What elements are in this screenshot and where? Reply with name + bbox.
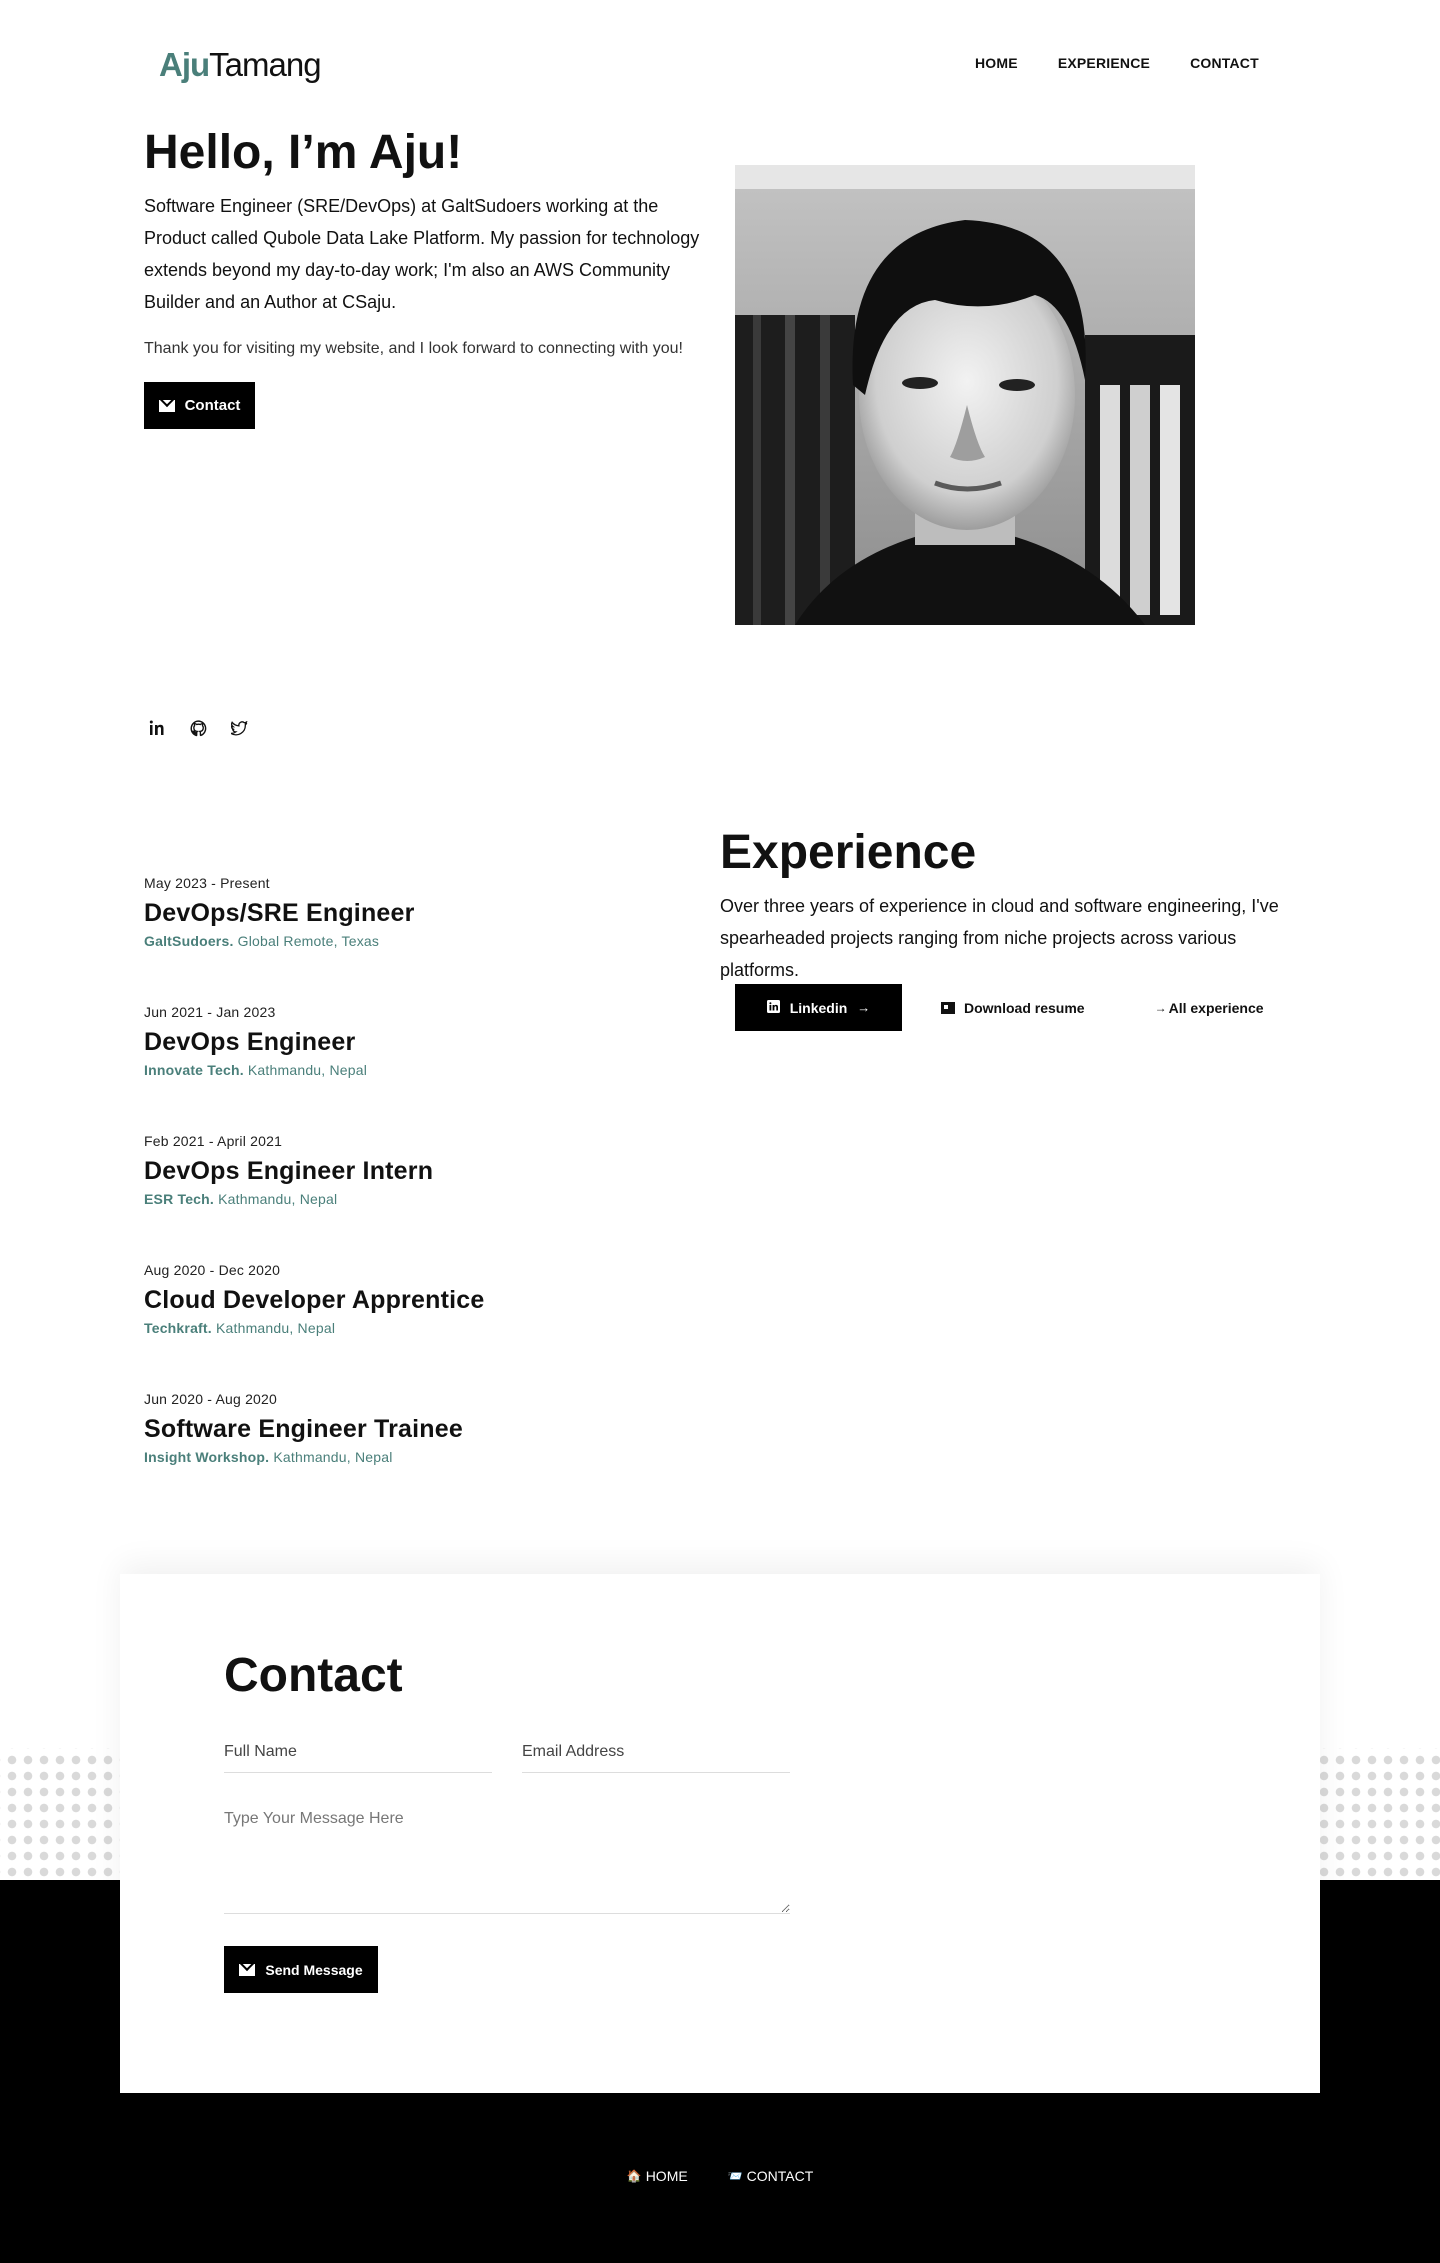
job-company: ESR Tech. <box>144 1191 215 1207</box>
job-company-line: Techkraft. Kathmandu, Nepal <box>144 1319 664 1337</box>
hero-bio: Software Engineer (SRE/DevOps) at GaltSu… <box>144 196 700 312</box>
job-role: DevOps/SRE Engineer <box>144 899 415 927</box>
nav-home[interactable]: HOME <box>975 54 1018 72</box>
job-location: Kathmandu, Nepal <box>215 1320 336 1336</box>
job-role: DevOps Engineer Intern <box>144 1157 434 1185</box>
all-experience-button[interactable]: → All experience <box>1155 1000 1264 1016</box>
mail-icon <box>158 399 175 412</box>
hero-title: Hello, I’m Aju! <box>144 126 463 179</box>
footer-contact-label: CONTACT <box>746 2168 814 2184</box>
job-company-line: Insight Workshop. Kathmandu, Nepal <box>144 1448 664 1466</box>
download-resume-button[interactable]: Download resume <box>941 1000 1085 1016</box>
job-company-line: Innovate Tech. Kathmandu, Nepal <box>144 1061 664 1079</box>
download-resume-label: Download resume <box>964 999 1085 1016</box>
profile-photo <box>735 165 1195 625</box>
linkedin-button[interactable]: Linkedin → <box>735 984 902 1031</box>
job-company-line: ESR Tech. Kathmandu, Nepal <box>144 1190 664 1208</box>
linkedin-square-icon <box>766 999 780 1016</box>
job-location: Global Remote, Texas <box>237 933 380 949</box>
job-company: Insight Workshop. <box>144 1449 270 1465</box>
email-input[interactable] <box>522 1731 790 1773</box>
job-dates: May 2023 - Present <box>144 875 270 891</box>
portrait-illustration <box>735 165 1195 625</box>
job-item: Jun 2020 - Aug 2020 Software Engineer Tr… <box>144 1390 664 1519</box>
job-dates: Jun 2020 - Aug 2020 <box>144 1391 278 1407</box>
contact-card: Contact Send Message <box>120 1574 1320 2093</box>
linkedin-icon[interactable] <box>147 718 167 738</box>
job-item: Aug 2020 - Dec 2020 Cloud Developer Appr… <box>144 1261 664 1390</box>
full-name-input[interactable] <box>224 1731 492 1773</box>
job-role: Cloud Developer Apprentice <box>144 1286 485 1314</box>
linkedin-button-label: Linkedin <box>789 999 848 1016</box>
footer-contact-link[interactable]: 📨 CONTACT <box>728 2168 814 2184</box>
envelope-icon: 📨 <box>727 2169 743 2183</box>
twitter-icon[interactable] <box>229 718 249 738</box>
hero-contact-button[interactable]: Contact <box>144 382 255 429</box>
job-company-line: GaltSudoers. Global Remote, Texas <box>144 932 664 950</box>
job-item: May 2023 - Present DevOps/SRE Engineer G… <box>144 874 664 1003</box>
nav-contact[interactable]: CONTACT <box>1190 54 1259 72</box>
footer-home-label: HOME <box>645 2168 688 2184</box>
footer-home-link[interactable]: 🏠 HOME <box>627 2168 688 2184</box>
job-role: DevOps Engineer <box>144 1028 356 1056</box>
hero-thanks: Thank you for visiting my website, and I… <box>144 340 683 357</box>
job-item: Jun 2021 - Jan 2023 DevOps Engineer Inno… <box>144 1003 664 1132</box>
logo-last-name: Tamang <box>209 46 321 83</box>
job-role: Software Engineer Trainee <box>144 1415 463 1443</box>
mail-icon <box>239 1963 256 1976</box>
message-textarea[interactable] <box>224 1808 790 1914</box>
footer-nav: 🏠 HOME 📨 CONTACT <box>600 2168 840 2184</box>
social-links <box>147 718 249 738</box>
resume-icon <box>941 1001 955 1014</box>
all-experience-label: All experience <box>1168 999 1264 1016</box>
job-dates: Feb 2021 - April 2021 <box>144 1133 283 1149</box>
experience-description: Over three years of experience in cloud … <box>720 896 1279 980</box>
send-message-label: Send Message <box>265 1961 363 1978</box>
job-company: Techkraft. <box>144 1320 212 1336</box>
house-icon: 🏠 <box>626 2169 642 2183</box>
site-logo[interactable]: AjuTamang <box>159 44 322 86</box>
experience-list: May 2023 - Present DevOps/SRE Engineer G… <box>144 874 664 1519</box>
contact-title: Contact <box>224 1649 403 1702</box>
job-company: Innovate Tech. <box>144 1062 244 1078</box>
job-location: Kathmandu, Nepal <box>218 1191 338 1207</box>
nav-experience[interactable]: EXPERIENCE <box>1058 54 1150 72</box>
arrow-right-icon: → <box>857 1000 871 1015</box>
github-icon[interactable] <box>188 718 208 738</box>
job-item: Feb 2021 - April 2021 DevOps Engineer In… <box>144 1132 664 1261</box>
job-dates: Jun 2021 - Jan 2023 <box>144 1004 276 1020</box>
experience-actions: Linkedin → Download resume → All experie… <box>735 984 1264 1031</box>
job-company: GaltSudoers. <box>144 933 234 949</box>
experience-title: Experience <box>720 826 977 879</box>
logo-first-name: Aju <box>159 46 210 83</box>
job-dates: Aug 2020 - Dec 2020 <box>144 1262 281 1278</box>
hero-contact-label: Contact <box>184 397 241 414</box>
job-location: Kathmandu, Nepal <box>247 1062 368 1078</box>
job-location: Kathmandu, Nepal <box>273 1449 393 1465</box>
arrow-right-icon: → <box>1154 1000 1167 1015</box>
send-message-button[interactable]: Send Message <box>224 1946 378 1993</box>
top-nav: HOME EXPERIENCE CONTACT <box>975 54 1259 72</box>
